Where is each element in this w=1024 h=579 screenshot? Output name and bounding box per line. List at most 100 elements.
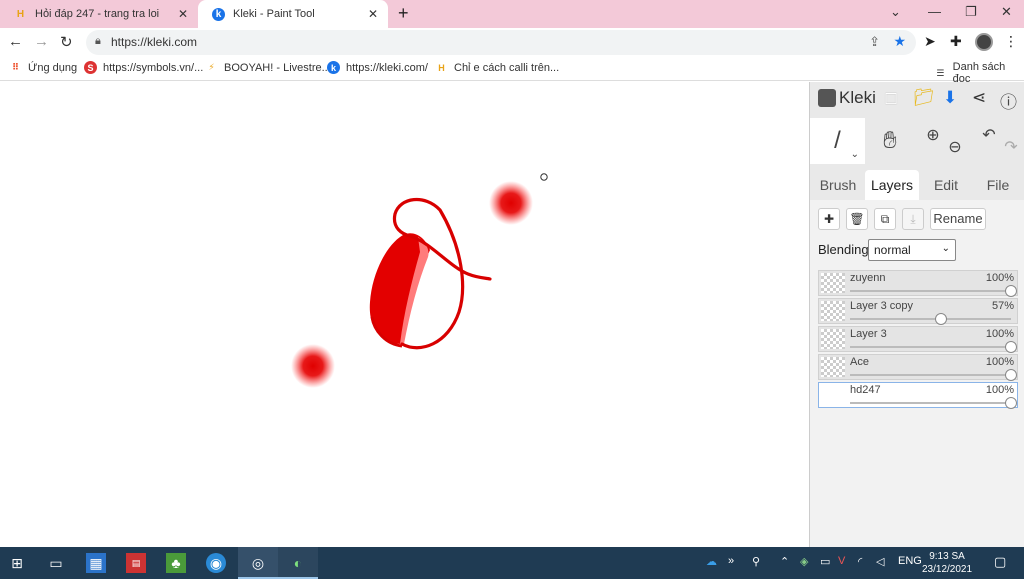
zoom-in-button[interactable]: ⊕ <box>922 112 944 158</box>
layer-thumbnail <box>821 329 845 349</box>
duplicate-layer-button[interactable]: ⧉ <box>874 208 896 230</box>
share-icon[interactable]: ⋖ <box>972 88 986 108</box>
layer-row[interactable]: Ace 100% <box>818 354 1018 381</box>
zoom-out-button[interactable]: ⊖ <box>944 124 966 170</box>
bookmark-kleki[interactable]: k https://kleki.com/ <box>327 61 428 74</box>
windows-start-icon[interactable]: ⊞ <box>7 553 27 573</box>
plus-icon: ✚ <box>823 212 835 226</box>
layer-opacity: 100% <box>985 384 1014 396</box>
redo-icon: ↷ <box>1004 139 1018 156</box>
add-layer-button[interactable]: ✚ <box>818 208 840 230</box>
tab-file[interactable]: File <box>972 170 1024 200</box>
drawing-canvas[interactable] <box>0 82 809 547</box>
bookmark-symbols[interactable]: S https://symbols.vn/... <box>84 61 203 74</box>
bookmark-label: https://symbols.vn/... <box>103 61 204 74</box>
tab-title: Hỏi đáp 247 - trang tra loi <box>35 8 160 20</box>
layer-row[interactable]: Layer 3 copy 57% <box>818 298 1018 325</box>
chrome-icon[interactable]: ◎ <box>248 553 268 573</box>
new-image-icon[interactable]: ◻ <box>884 88 898 108</box>
layer-name: Layer 3 <box>850 328 887 340</box>
game-icon[interactable]: ♣ <box>166 553 186 573</box>
task-view-icon[interactable]: ▭ <box>46 553 66 573</box>
tray-expand-icon[interactable]: » <box>728 555 734 567</box>
merge-down-button[interactable]: ⤓ <box>902 208 924 230</box>
back-icon[interactable]: ← <box>8 33 23 50</box>
bookmark-calli[interactable]: H Chỉ e cách calli trên... <box>435 61 559 74</box>
red-blob-lower <box>291 344 335 388</box>
help-icon[interactable]: ⓘ <box>1000 88 1017 113</box>
onedrive-icon[interactable]: ☁ <box>706 555 717 568</box>
chevron-down-icon[interactable]: ⌄ <box>851 149 859 160</box>
menu-dots-icon[interactable]: ⋮ <box>1004 33 1018 50</box>
tray-v-icon[interactable]: V <box>838 555 845 567</box>
calculator-icon[interactable]: ▦ <box>86 553 106 573</box>
windows-taskbar: ⊞ ▭ ▦ ▤ ♣ ◉ ◎ ◐ ☁ » ⚲ ⌃ ◈ ▭ V ◜ ◁ ENG 9:… <box>0 547 1024 579</box>
forward-icon[interactable]: → <box>34 33 49 50</box>
download-icon[interactable]: ⬇ <box>943 88 957 108</box>
bookmark-booyah[interactable]: ⚡ BOOYAH! - Livestre... <box>205 61 330 74</box>
language-indicator[interactable]: ENG <box>898 555 922 567</box>
tab-search-icon[interactable]: ⌄ <box>890 4 901 20</box>
send-extension-icon[interactable]: ➤ <box>924 33 936 50</box>
bookmark-apps[interactable]: ⠿ Ứng dụng <box>9 61 77 74</box>
restore-icon[interactable]: ❐ <box>965 4 977 20</box>
zoom-out-icon: ⊖ <box>948 139 962 156</box>
minimize-icon[interactable]: — <box>928 4 941 19</box>
opacity-slider-track[interactable] <box>850 374 1011 376</box>
brush-tool-button[interactable]: / ⌄ <box>810 118 865 164</box>
redo-button[interactable]: ↷ <box>1000 124 1022 170</box>
close-icon[interactable]: ✕ <box>368 7 378 21</box>
system-clock[interactable]: 9:13 SA 23/12/2021 <box>922 550 972 576</box>
bookmark-star-icon[interactable]: ★ <box>893 33 906 50</box>
opacity-slider-track[interactable] <box>850 402 1011 404</box>
layer-name: Ace <box>850 356 869 368</box>
bookmark-label: Ứng dụng <box>28 61 78 74</box>
people-icon[interactable]: ⚲ <box>752 555 760 568</box>
opacity-slider-knob[interactable] <box>1005 341 1017 353</box>
tab-title: Kleki - Paint Tool <box>233 8 315 20</box>
address-bar[interactable]: 🔒︎ https://kleki.com ⇪ ★ <box>86 30 916 55</box>
window-close-icon[interactable]: ✕ <box>1001 4 1012 20</box>
app-icon[interactable]: ▤ <box>126 553 146 573</box>
wifi-icon[interactable]: ◜ <box>858 555 862 568</box>
puzzle-extension-icon[interactable]: ✚ <box>950 33 962 50</box>
green-app-icon[interactable]: ◐ <box>288 553 308 573</box>
share-icon[interactable]: ⇪ <box>869 34 880 50</box>
layer-opacity: 100% <box>985 272 1014 284</box>
volume-icon[interactable]: ◁ <box>876 555 884 568</box>
tray-app-icon[interactable]: ◈ <box>800 555 808 568</box>
layer-row-selected[interactable]: hd247 100% <box>818 382 1018 409</box>
layer-name: zuyenn <box>850 272 886 284</box>
chevron-down-icon: ⌄ <box>941 243 950 254</box>
opacity-slider-knob[interactable] <box>1005 285 1017 297</box>
opacity-slider-track[interactable] <box>850 346 1011 348</box>
battery-icon[interactable]: ▭ <box>820 555 830 568</box>
tab-layers[interactable]: Layers <box>865 170 919 200</box>
tab-edit[interactable]: Edit <box>922 170 970 200</box>
profile-avatar[interactable] <box>975 33 993 51</box>
open-folder-icon[interactable]: 📁︎ <box>913 88 935 108</box>
tab-brush[interactable]: Brush <box>812 170 864 200</box>
tab-kleki[interactable]: k Kleki - Paint Tool ✕ <box>198 0 388 28</box>
hand-tool-button[interactable]: ✋︎ <box>870 118 910 164</box>
layer-row[interactable]: Layer 3 100% <box>818 326 1018 353</box>
tab-hoidap247[interactable]: H Hỏi đáp 247 - trang tra loi ✕ <box>0 0 198 28</box>
layer-row[interactable]: zuyenn 100% <box>818 270 1018 297</box>
new-tab-icon[interactable]: + <box>398 3 409 24</box>
chevron-up-icon[interactable]: ⌃ <box>780 555 789 568</box>
opacity-slider-knob[interactable] <box>1005 369 1017 381</box>
notifications-icon[interactable]: ▢ <box>994 554 1006 570</box>
blending-select[interactable]: normal ⌄ <box>868 239 956 261</box>
layer-name: Layer 3 copy <box>850 300 913 312</box>
opacity-slider-track[interactable] <box>850 290 1011 292</box>
browser-app-icon[interactable]: ◉ <box>206 553 226 573</box>
opacity-slider-knob[interactable] <box>934 313 947 325</box>
undo-button[interactable]: ↶ <box>978 112 1000 158</box>
url-text: https://kleki.com <box>111 35 198 49</box>
opacity-slider-knob[interactable] <box>1005 397 1017 409</box>
opacity-slider-track[interactable] <box>850 318 1011 320</box>
rename-button[interactable]: Rename <box>930 208 986 230</box>
close-icon[interactable]: ✕ <box>178 7 188 21</box>
delete-layer-button[interactable]: 🗑︎ <box>846 208 868 230</box>
reload-icon[interactable]: ↻ <box>60 33 73 51</box>
